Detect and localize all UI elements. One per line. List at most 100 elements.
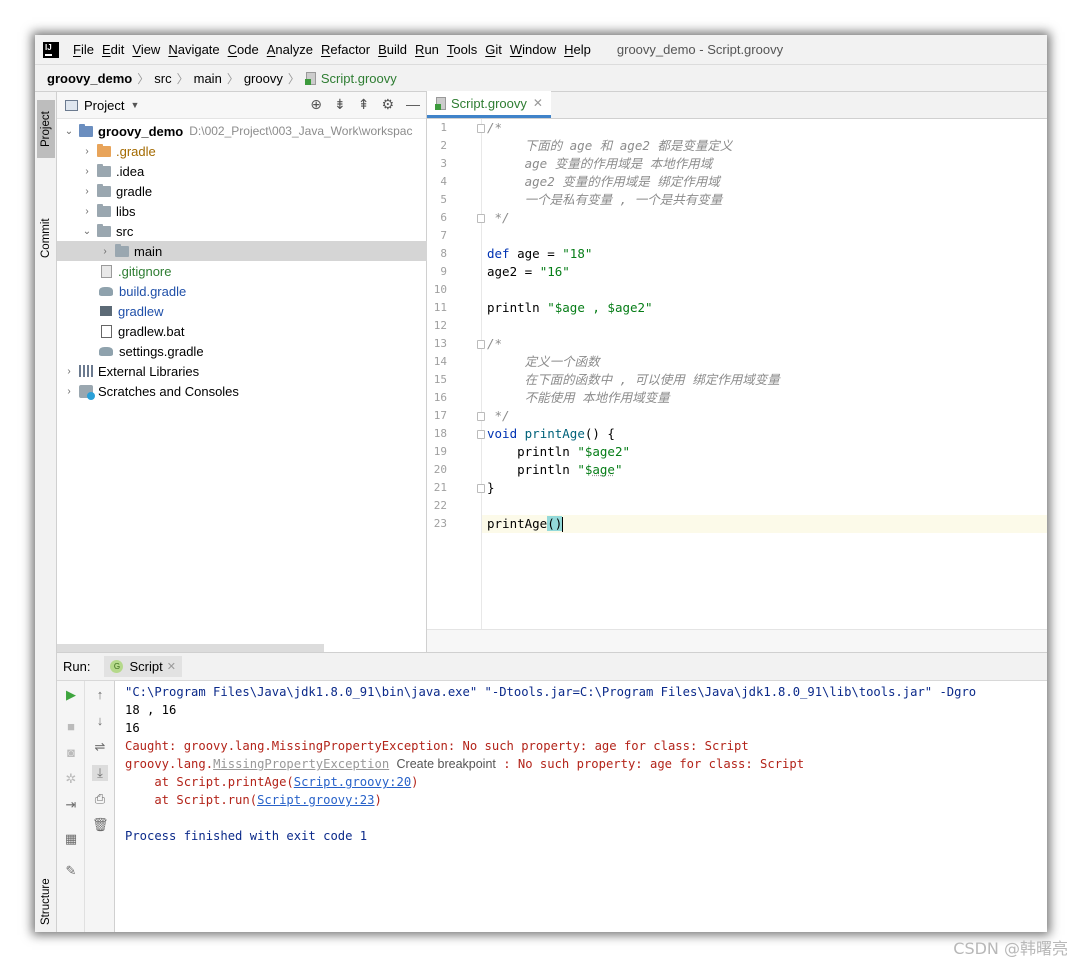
chevron-right-icon[interactable]: › [81,186,93,197]
tree-item-main[interactable]: › main [57,241,427,261]
project-panel-title[interactable]: Project [84,98,124,113]
tab-commit[interactable]: Commit [37,208,55,268]
source-link[interactable]: Script.groovy:23 [257,793,374,807]
chevron-right-icon[interactable]: › [81,206,93,217]
minimize-icon[interactable]: — [406,96,420,113]
menu-file[interactable]: File [73,42,94,57]
code-line-age2: age2 = "16" [487,264,570,279]
chevron-down-icon[interactable]: ⌄ [63,126,75,137]
menu-window[interactable]: Window [510,42,556,57]
run-tab-script[interactable]: G Script ✕ [104,656,182,677]
library-icon [79,365,93,377]
line-number: 19 [433,445,447,458]
chevron-down-icon[interactable]: ▼ [130,100,139,110]
chevron-right-icon[interactable]: › [81,166,93,177]
chevron-right-icon[interactable]: › [81,146,93,157]
tree-item-scratches[interactable]: › Scratches and Consoles [57,381,427,401]
console-output[interactable]: "C:\Program Files\Java\jdk1.8.0_91\bin\j… [115,681,1047,932]
tab-structure[interactable]: Structure [37,872,55,932]
fold-marker-icon[interactable] [477,124,485,133]
fold-marker-icon[interactable] [477,214,485,223]
debug-settings-icon[interactable]: ✲ [63,771,79,787]
rerun-icon[interactable]: ▶ [63,687,79,703]
create-breakpoint-link[interactable]: Create breakpoint [397,757,496,771]
chevron-right-icon[interactable]: › [63,366,75,377]
exception-link[interactable]: MissingPropertyException [213,757,389,771]
crumb-project[interactable]: groovy_demo [47,71,132,86]
source-link[interactable]: Script.groovy:20 [294,775,411,789]
crumb-file[interactable]: Script.groovy [321,71,397,86]
line-number: 12 [433,319,447,332]
arrow-down-icon[interactable]: ↓ [92,713,108,729]
tree-item-gitignore[interactable]: .gitignore [57,261,427,281]
pin-icon[interactable]: ✎ [63,863,79,879]
chevron-right-icon[interactable]: › [63,386,75,397]
line-number: 3 [440,157,447,170]
layout-icon[interactable]: ▦ [63,831,79,847]
chevron-down-icon[interactable]: ⌄ [81,226,93,237]
tree-item-gradlew-bat[interactable]: gradlew.bat [57,321,427,341]
expand-all-icon[interactable]: ⇟ [334,96,346,113]
menu-build[interactable]: Build [378,42,407,57]
exit-icon[interactable]: ⇥ [63,797,79,813]
menu-git[interactable]: Git [485,42,502,57]
locate-file-icon[interactable]: ⊕ [310,96,322,113]
scroll-to-end-icon[interactable]: ⤓ [92,765,108,781]
tree-item-label: gradlew.bat [118,323,185,339]
fold-marker-icon[interactable] [477,340,485,349]
tree-item-settings-gradle[interactable]: settings.gradle [57,341,427,361]
arrow-up-icon[interactable]: ↑ [92,687,108,703]
tree-item-label: .gitignore [118,263,172,279]
menu-analyze[interactable]: Analyze [267,42,313,57]
crumb-src[interactable]: src [154,71,171,86]
tree-item-gradle-cache[interactable]: › .gradle [57,141,427,161]
line-number: 17 [433,409,447,422]
tree-item-external-libraries[interactable]: › External Libraries [57,361,427,381]
collapse-all-icon[interactable]: ⇞ [358,96,370,113]
tab-script-groovy[interactable]: Script.groovy ✕ [427,91,551,118]
terminal-file-icon [100,306,112,316]
crumb-groovy[interactable]: groovy [244,71,283,86]
menu-tools[interactable]: Tools [447,42,477,57]
crumb-main[interactable]: main [194,71,222,86]
print-icon[interactable]: ⎙ [92,791,108,807]
menu-edit[interactable]: Edit [102,42,124,57]
line-number: 6 [440,211,447,224]
tree-item-gradlew[interactable]: gradlew [57,301,427,321]
project-panel-header: Project ▼ ⊕ ⇟ ⇞ ⚙ — [57,92,426,119]
close-icon[interactable]: ✕ [167,660,176,673]
fold-marker-icon[interactable] [477,484,485,493]
tree-item-gradle[interactable]: › gradle [57,181,427,201]
trash-icon[interactable]: 🗑 [92,817,109,833]
trace-suffix: ) [374,793,382,807]
tree-item-src[interactable]: ⌄ src [57,221,427,241]
menu-refactor[interactable]: Refactor [321,42,370,57]
chevron-right-icon[interactable]: › [99,246,111,257]
tab-project[interactable]: Project [37,100,55,158]
editor-horizontal-scrollbar[interactable] [427,629,1047,652]
crumb-separator-icon: 〉 [137,71,150,86]
soft-wrap-icon[interactable]: ⇌ [92,739,108,755]
code-area[interactable]: 1 2 3 4 5 6 7 8 9 10 11 12 13 14 15 16 1… [427,119,1047,629]
gear-icon[interactable]: ⚙ [381,96,394,113]
run-toolbar-left: ▶ ■ ◙ ✲ ⇥ ▦ ✎ [57,681,85,932]
tree-item-libs[interactable]: › libs [57,201,427,221]
menu-code[interactable]: Code [228,42,259,57]
menu-navigate[interactable]: Navigate [168,42,219,57]
menu-help[interactable]: Help [564,42,591,57]
tree-item-build-gradle[interactable]: build.gradle [57,281,427,301]
gradle-elephant-icon [99,346,113,356]
tree-item-idea[interactable]: › .idea [57,161,427,181]
stop-icon[interactable]: ■ [63,719,79,735]
line-number: 16 [433,391,447,404]
menu-run[interactable]: Run [415,42,439,57]
close-icon[interactable]: ✕ [533,96,543,110]
project-horizontal-scrollbar[interactable] [57,644,324,652]
tree-item-groovy-demo[interactable]: ⌄ groovy_demo D:\002_Project\003_Java_Wo… [57,121,427,141]
fold-marker-icon[interactable] [477,412,485,421]
code-line: 不能使用 本地作用域变量 [487,390,670,405]
fold-marker-icon[interactable] [477,430,485,439]
menu-view[interactable]: View [132,42,160,57]
code-line: age2 变量的作用域是 绑定作用域 [487,174,720,189]
camera-icon[interactable]: ◙ [63,745,79,761]
